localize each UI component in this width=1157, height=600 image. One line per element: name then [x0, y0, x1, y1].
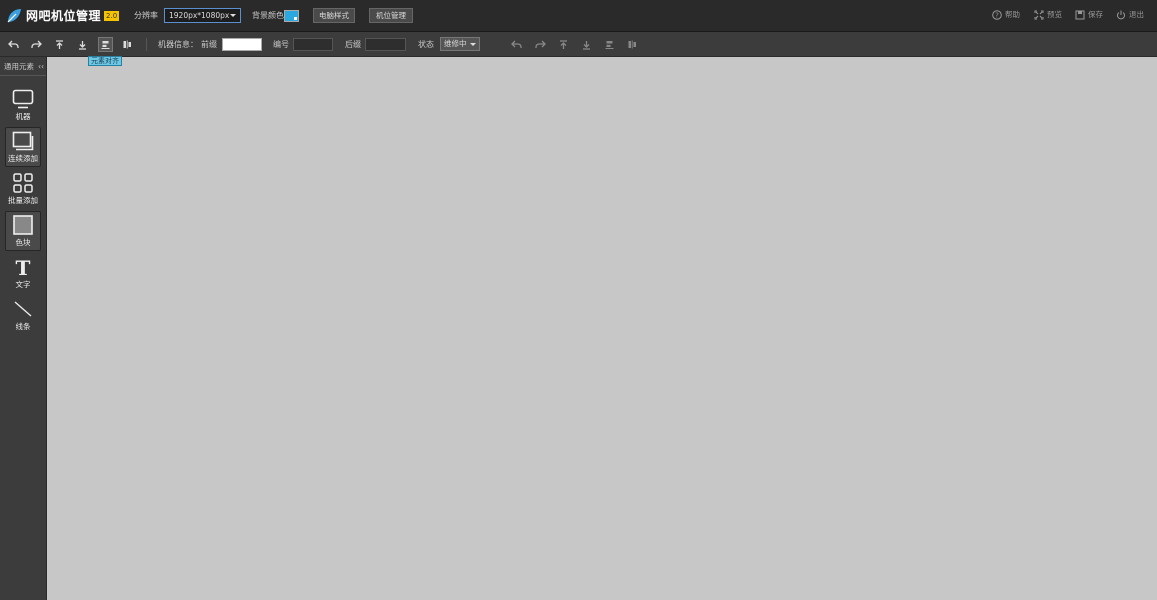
design-canvas[interactable] [48, 57, 1157, 600]
exit-label: 退出 [1129, 10, 1144, 19]
version-badge: 2.0 [104, 10, 120, 21]
undo-icon [511, 40, 522, 48]
align-icon [101, 41, 110, 49]
redo-icon [535, 40, 546, 48]
sidebar-item-text[interactable]: T 文字 [5, 253, 41, 293]
help-label: 帮助 [1005, 10, 1020, 19]
app-title: 网吧机位管理 [26, 9, 102, 23]
redo-secondary-button[interactable] [534, 38, 547, 51]
chevron-down-icon [230, 14, 236, 17]
pc-style-button[interactable]: 电脑样式 [313, 8, 355, 23]
collapse-button[interactable]: ‹‹ [38, 57, 44, 76]
top-secondary-button[interactable] [557, 38, 570, 51]
arrow-up-bar-icon [56, 39, 63, 49]
distribute-secondary-button[interactable] [626, 38, 639, 51]
sidebar-item-color-block[interactable]: 色块 [5, 211, 41, 251]
arrow-up-bar-icon [560, 39, 567, 49]
help-button[interactable]: ? 帮助 [992, 9, 1020, 20]
arrow-down-bar-icon [79, 40, 86, 50]
sidebar-item-label: 线条 [15, 321, 31, 331]
swatch-corner-icon [294, 17, 297, 20]
machine-info-label: 机器信息： [158, 40, 198, 49]
save-button[interactable]: 保存 [1075, 9, 1103, 20]
sidebar-title: 通用元素 [4, 62, 34, 71]
sidebar-header: 通用元素 ‹‹ [0, 57, 46, 76]
status-value: 维修中 [444, 39, 467, 48]
align-secondary-button[interactable] [603, 38, 616, 51]
power-icon [1117, 10, 1125, 19]
toolbar-divider [146, 38, 147, 51]
undo-button[interactable] [7, 38, 20, 51]
seat-manage-button[interactable]: 机位管理 [369, 8, 413, 23]
resolution-select[interactable]: 1920px*1080px [164, 8, 241, 23]
status-select[interactable]: 维修中 [440, 37, 480, 51]
sidebar-item-label: 文字 [15, 279, 31, 289]
suffix-label: 后缀 [345, 40, 361, 49]
sidebar-item-label: 机器 [15, 111, 31, 121]
send-bottom-button[interactable] [76, 38, 89, 51]
prefix-input[interactable] [222, 38, 262, 51]
stack-icon [12, 131, 34, 150]
save-label: 保存 [1088, 10, 1103, 19]
svg-text:?: ? [995, 11, 999, 19]
chevron-down-icon [470, 43, 476, 46]
top-bar: 网吧机位管理 2.0 分辨率 1920px*1080px 背景颜色 电脑样式 机… [0, 0, 1157, 32]
distribute-icon [628, 40, 636, 49]
monitor-icon [12, 89, 34, 108]
suffix-input[interactable] [365, 38, 406, 51]
sidebar-item-line[interactable]: 线条 [5, 295, 41, 335]
sidebar-item-machine[interactable]: 机器 [5, 85, 41, 125]
resolution-value: 1920px*1080px [169, 11, 230, 20]
undo-icon [8, 40, 19, 48]
distribute-button[interactable] [121, 38, 134, 51]
sidebar-item-batch-add[interactable]: 批量添加 [5, 169, 41, 209]
preview-button[interactable]: 预览 [1034, 9, 1062, 20]
text-icon: T [16, 257, 31, 277]
bottom-secondary-button[interactable] [580, 38, 593, 51]
prefix-label: 前缀 [201, 40, 217, 49]
line-icon [14, 301, 32, 316]
exit-button[interactable]: 退出 [1116, 9, 1144, 20]
distribute-icon [123, 40, 131, 49]
app-logo: 网吧机位管理 2.0 [6, 7, 120, 24]
number-input[interactable] [293, 38, 333, 51]
grid-icon [13, 172, 33, 193]
save-icon [1075, 10, 1085, 19]
bg-color-swatch[interactable] [284, 10, 299, 22]
undo-secondary-button[interactable] [510, 38, 523, 51]
fullscreen-icon [1034, 10, 1044, 19]
help-icon: ? [992, 9, 1002, 20]
arrow-down-bar-icon [583, 40, 590, 50]
sidebar-item-label: 批量添加 [8, 195, 38, 205]
leaf-logo-icon [7, 8, 21, 22]
resolution-label: 分辨率 [134, 11, 158, 20]
svg-text:T: T [16, 257, 31, 277]
bg-color-label: 背景颜色 [252, 11, 284, 20]
sidebar-item-label: 连续添加 [8, 153, 38, 163]
align-icon [605, 41, 614, 49]
align-tooltip: 元素对齐 [88, 56, 122, 66]
toolbar: 机器信息： 前缀 编号 后缀 状态 维修中 [0, 32, 1157, 57]
sidebar: 通用元素 ‹‹ 机器 连续添加 批量添加 色块 T 文字 线条 [0, 57, 47, 600]
align-elements-button[interactable] [98, 37, 113, 52]
sidebar-item-continuous-add[interactable]: 连续添加 [5, 127, 41, 167]
color-block-icon [13, 214, 33, 235]
redo-button[interactable] [30, 38, 43, 51]
preview-label: 预览 [1047, 10, 1062, 19]
status-label: 状态 [418, 40, 434, 49]
number-label: 编号 [273, 40, 289, 49]
bring-top-button[interactable] [53, 38, 66, 51]
redo-icon [31, 40, 42, 48]
sidebar-item-label: 色块 [15, 237, 31, 247]
